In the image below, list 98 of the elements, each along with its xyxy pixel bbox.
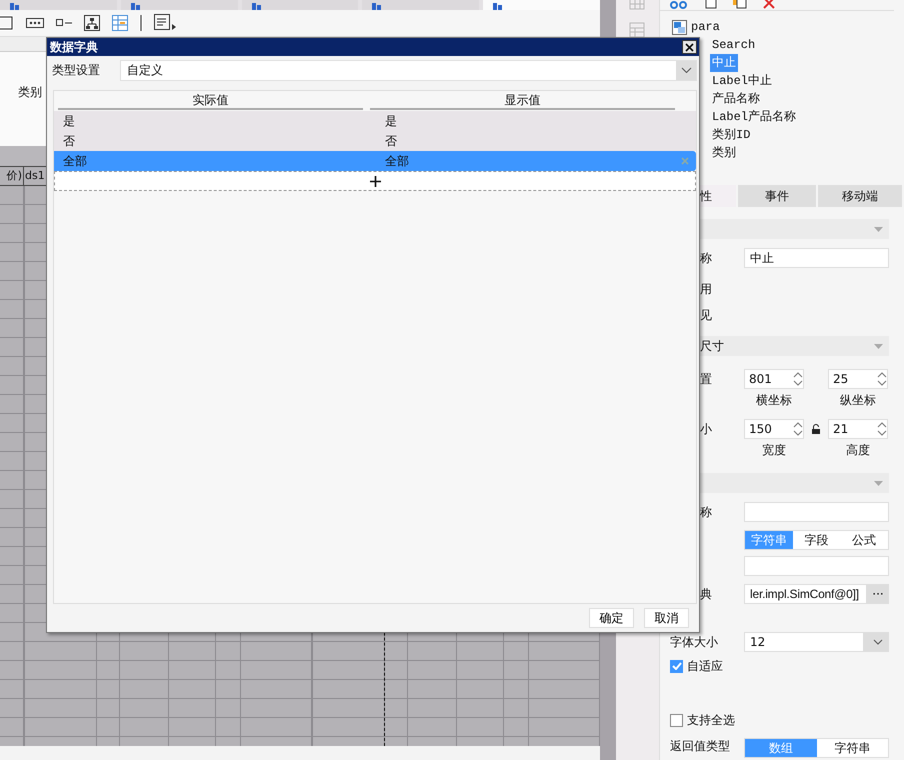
property-label: 称 [700, 504, 713, 520]
segmented-control[interactable]: 数组 字符串 [744, 738, 889, 758]
tree-item[interactable]: Search [710, 36, 758, 54]
font-size-dropdown[interactable]: 12 [744, 632, 889, 652]
spin-caption: 横坐标 [756, 392, 792, 409]
spin-caption: 宽度 [762, 442, 786, 459]
checkbox-label: 支持全选 [687, 712, 735, 728]
editor-tab[interactable] [242, 0, 358, 10]
dotted-field-icon[interactable] [26, 18, 44, 28]
spin-field[interactable]: 801 [744, 369, 804, 389]
checkbox-field-icon[interactable] [56, 19, 72, 27]
tree-icon[interactable] [84, 15, 100, 31]
checkbox-label: 自适应 [687, 658, 723, 674]
widget-icon[interactable] [672, 20, 687, 34]
tree-item[interactable]: para [691, 20, 720, 34]
check-icon [672, 662, 682, 670]
file-icon [372, 3, 382, 10]
spin-value: 150 [748, 422, 773, 436]
table-row[interactable]: 否 否 [54, 131, 696, 151]
table-icon[interactable] [112, 15, 128, 31]
chevron-down-icon [680, 67, 692, 73]
table-cell-text: 全部 [384, 152, 409, 170]
property-label: 用 [700, 280, 713, 298]
tree-item[interactable]: 类别ID [710, 126, 752, 144]
spin-value: 25 [832, 372, 850, 386]
dropdown-value: 12 [749, 635, 766, 649]
property-label: 返回值类型 [670, 738, 731, 755]
spin-value: 801 [748, 372, 773, 386]
chevron-down-icon [873, 639, 883, 645]
type-label: 类型设置 [52, 62, 100, 78]
stepper-icon[interactable] [877, 421, 887, 437]
spin-field[interactable]: 25 [828, 369, 888, 389]
tree-item[interactable]: 产品名称 [710, 90, 762, 108]
plus-icon [370, 176, 380, 186]
column-header: ds1 [24, 168, 46, 184]
close-icon [685, 42, 694, 52]
panel-tab[interactable]: 移动端 [818, 185, 904, 207]
section-header[interactable]: 尺寸 [700, 336, 889, 356]
spin-caption: 高度 [846, 442, 870, 459]
property-label: 称 [700, 250, 713, 266]
file-icon [252, 3, 262, 10]
file-icon [493, 3, 504, 10]
table-cell-text: 是 [62, 112, 76, 130]
panel-tab[interactable]: 事件 [738, 185, 818, 207]
editor-tab[interactable] [362, 0, 480, 10]
text-field[interactable] [744, 556, 889, 576]
file-icon [10, 3, 20, 10]
list-icon[interactable] [0, 15, 14, 31]
add-row-button[interactable] [54, 171, 696, 191]
segmented-control[interactable]: 字符串 字段 公式 [744, 530, 889, 550]
dropdown-value: 自定义 [126, 62, 164, 78]
close-button[interactable] [682, 40, 697, 54]
filter-label: 类别 [18, 84, 42, 100]
table-cell-text: 全部 [62, 152, 88, 170]
table-row[interactable]: 是 是 [54, 111, 696, 131]
spin-value: 21 [832, 422, 850, 436]
tree-item[interactable]: Label产品名称 [710, 108, 798, 126]
stepper-icon[interactable] [877, 371, 887, 387]
spin-field[interactable]: 150 [744, 419, 804, 439]
type-dropdown[interactable]: 自定义 [120, 60, 697, 80]
stepper-icon[interactable] [793, 371, 803, 387]
panel-tab[interactable]: 性 [700, 185, 738, 207]
form-edit-icon[interactable] [154, 14, 176, 32]
editor-tab[interactable] [0, 0, 117, 10]
property-label: 小 [700, 421, 713, 438]
tree-item[interactable]: 类别 [710, 144, 738, 162]
table-icon[interactable] [629, 22, 646, 38]
separator-icon [140, 15, 142, 31]
text-field[interactable] [744, 502, 889, 522]
editor-tab[interactable] [483, 0, 600, 10]
property-label: 字体大小 [670, 634, 719, 650]
tree-item[interactable]: Label中止 [710, 72, 774, 90]
property-label: 典 [700, 586, 713, 602]
table-cell-text: 是 [384, 112, 397, 130]
table-row[interactable]: 全部 全部 [54, 151, 696, 171]
checkbox[interactable] [670, 660, 683, 672]
dialog-button[interactable]: 确定 [589, 608, 634, 628]
file-icon [130, 3, 141, 10]
stepper-icon[interactable] [793, 421, 803, 437]
segment-option[interactable]: 字段 [792, 531, 840, 549]
spin-caption: 纵坐标 [840, 392, 876, 409]
section-title: 尺寸 [700, 338, 724, 354]
editor-tab[interactable] [120, 0, 238, 10]
column-header: 价) [0, 167, 24, 185]
property-label: 置 [700, 371, 713, 388]
text-field[interactable]: ler.impl.SimConf@0]] [744, 584, 867, 604]
dialog-title: 数据字典 [50, 38, 98, 56]
table-cell-text: 否 [384, 132, 397, 150]
text-field[interactable]: 中止 [744, 248, 889, 268]
dialog-button[interactable]: 取消 [644, 608, 689, 628]
lock-icon[interactable] [812, 424, 820, 434]
segment-option[interactable]: 公式 [840, 531, 888, 549]
table-cell-text: 否 [62, 132, 76, 150]
checkbox[interactable] [670, 714, 683, 726]
spin-field[interactable]: 21 [828, 419, 888, 439]
property-label: 见 [700, 306, 713, 324]
more-button[interactable]: ··· [867, 584, 889, 604]
segment-option[interactable]: 字符串 [816, 739, 888, 757]
